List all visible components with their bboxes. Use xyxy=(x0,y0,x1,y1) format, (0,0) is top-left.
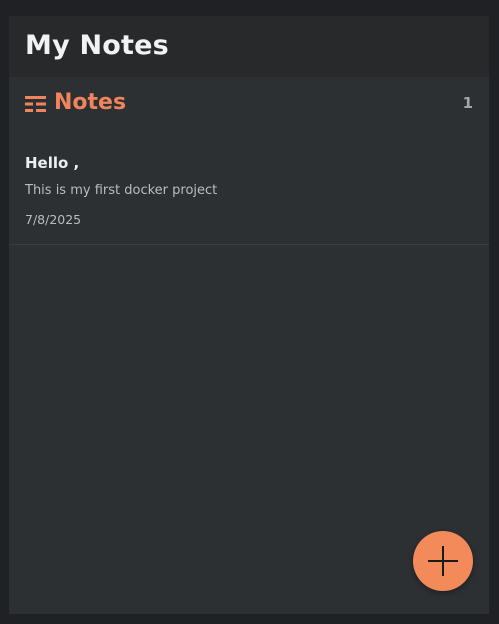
notes-list: Hello , This is my first docker project … xyxy=(9,128,489,245)
notes-app: My Notes Notes 1 Hello , This is my firs… xyxy=(9,16,489,614)
add-note-button[interactable] xyxy=(413,531,473,591)
section-heading: Notes xyxy=(25,90,126,115)
section-title: Notes xyxy=(54,90,127,115)
notes-count-badge: 1 xyxy=(462,93,473,112)
list-item[interactable]: Hello , This is my first docker project … xyxy=(9,128,489,245)
page-title: My Notes xyxy=(25,30,169,61)
note-body: This is my first docker project xyxy=(25,183,218,198)
plus-icon xyxy=(426,544,460,578)
notes-section-header: Notes 1 xyxy=(9,77,489,128)
app-header: My Notes xyxy=(9,16,489,77)
note-title: Hello , xyxy=(25,154,80,172)
note-date: 7/8/2025 xyxy=(25,212,82,227)
list-icon xyxy=(25,95,46,113)
